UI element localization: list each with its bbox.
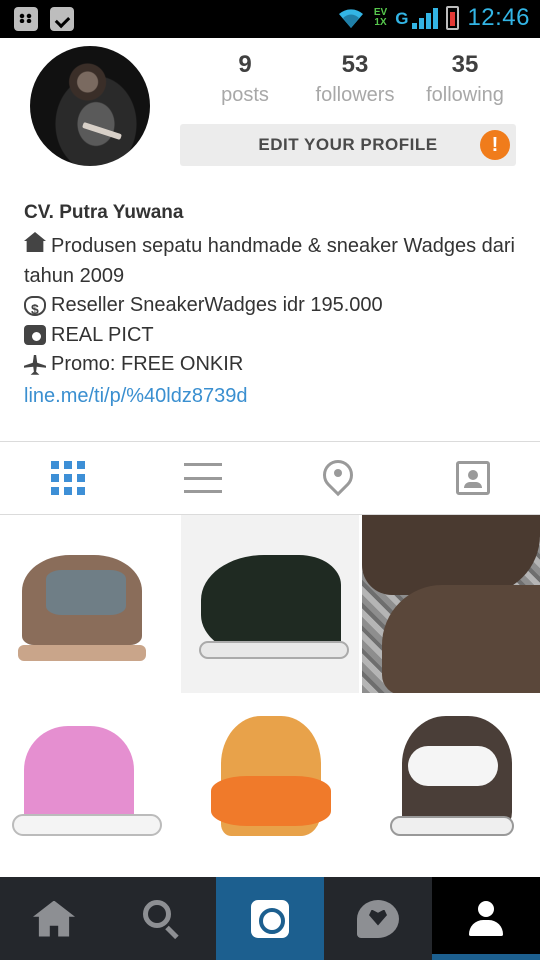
posts-stat[interactable]: 9 posts <box>190 50 300 110</box>
network-type-indicator: EV 1X <box>374 8 387 28</box>
cell-signal-icon: G <box>395 7 439 29</box>
profile-icon <box>469 900 503 937</box>
camera-emoji-icon <box>24 325 46 346</box>
bio-text-2: Reseller SneakerWadges idr 195.000 <box>51 294 383 316</box>
home-icon <box>33 900 75 937</box>
profile-view-tabs <box>0 442 540 514</box>
signal-type-label: G <box>395 8 409 28</box>
bio-line-4: Promo: FREE ONKIR <box>24 350 524 380</box>
grid-icon <box>50 461 85 495</box>
nav-home[interactable] <box>0 877 108 960</box>
activity-heart-icon <box>357 899 399 938</box>
battery-icon <box>446 6 460 30</box>
profile-stats: 9 posts 53 followers 35 following <box>190 50 520 110</box>
tagged-photos-icon <box>455 461 490 495</box>
bio-text-1: Produsen sepatu handmade & sneaker Wadge… <box>24 235 515 287</box>
airplane-icon <box>24 354 46 375</box>
bio-line-1: Produsen sepatu handmade & sneaker Wadge… <box>24 232 524 291</box>
followers-stat[interactable]: 53 followers <box>300 50 410 110</box>
following-label: following <box>426 84 504 106</box>
nav-profile[interactable] <box>432 877 540 960</box>
nav-camera[interactable] <box>216 877 324 960</box>
money-bag-icon <box>24 295 46 324</box>
nav-activity[interactable] <box>324 877 432 960</box>
notification-icons <box>14 7 74 31</box>
search-icon <box>143 899 181 938</box>
photo-tile-5[interactable] <box>181 696 359 874</box>
posts-count: 9 <box>238 51 252 78</box>
bbm-notification-icon <box>14 7 38 31</box>
photo-tile-2[interactable] <box>181 515 359 693</box>
system-status: EV 1X G 12:46 <box>336 4 530 32</box>
bio-line-2: Reseller SneakerWadges idr 195.000 <box>24 291 524 324</box>
photo-grid <box>0 515 540 877</box>
profile-link[interactable]: line.me/ti/p/%40ldz8739d <box>24 382 524 412</box>
list-icon <box>183 463 222 493</box>
following-count: 35 <box>451 51 479 78</box>
tab-tagged[interactable] <box>405 442 540 514</box>
bio-text-4: Promo: FREE ONKIR <box>51 353 244 375</box>
following-stat[interactable]: 35 following <box>410 50 520 110</box>
followers-label: followers <box>315 84 395 106</box>
edit-profile-label: EDIT YOUR PROFILE <box>258 135 438 154</box>
location-pin-icon <box>316 453 359 497</box>
avatar[interactable] <box>30 46 150 166</box>
profile-name: CV. Putra Yuwana <box>24 202 184 223</box>
status-bar: EV 1X G 12:46 <box>0 0 540 38</box>
tab-grid[interactable] <box>0 442 135 514</box>
clock: 12:46 <box>467 4 530 31</box>
photo-tile-4[interactable] <box>0 696 178 874</box>
profile-bio: CV. Putra Yuwana Produsen sepatu handmad… <box>24 198 524 411</box>
tab-map[interactable] <box>270 442 405 514</box>
followers-count: 53 <box>341 51 369 78</box>
posts-label: posts <box>221 84 269 106</box>
network-type-bottom: 1X <box>374 17 387 28</box>
tab-list[interactable] <box>135 442 270 514</box>
bottom-navigation <box>0 877 540 960</box>
photo-tile-6[interactable] <box>362 696 540 874</box>
camera-icon <box>251 899 289 938</box>
nav-search[interactable] <box>108 877 216 960</box>
edit-profile-button[interactable]: EDIT YOUR PROFILE ! <box>180 124 516 166</box>
wifi-icon <box>338 9 363 28</box>
download-done-icon <box>50 7 74 31</box>
house-icon <box>24 232 46 252</box>
bio-text-3: REAL PICT <box>51 323 154 346</box>
photo-tile-3[interactable] <box>362 515 540 693</box>
photo-tile-1[interactable] <box>0 515 178 693</box>
bio-line-3: REAL PICT <box>24 321 524 351</box>
warning-icon[interactable]: ! <box>480 130 510 160</box>
